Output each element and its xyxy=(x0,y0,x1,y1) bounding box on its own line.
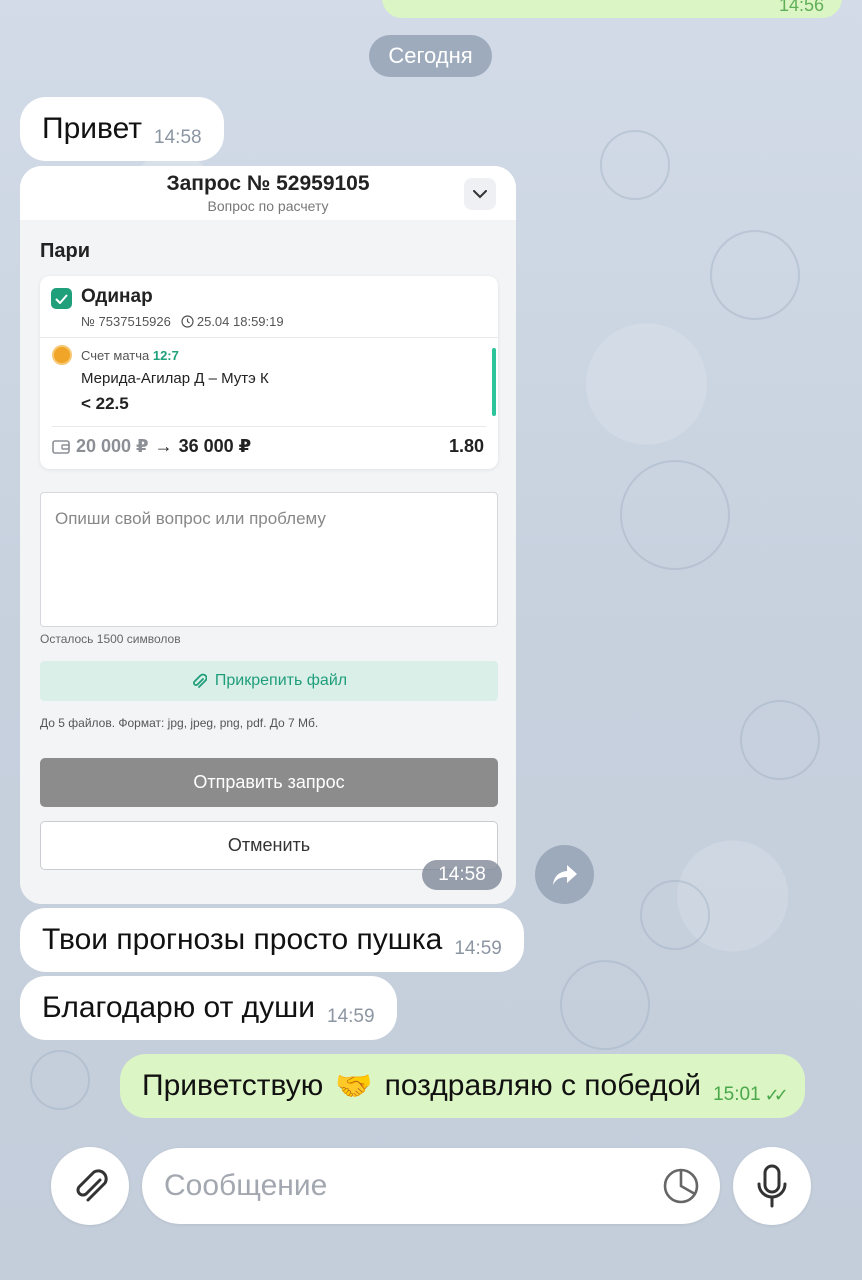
message-text: Привет xyxy=(42,112,143,145)
wallet-icon xyxy=(52,439,70,454)
message-text: Благодарю от души xyxy=(42,991,315,1024)
message-text: Твои прогнозы просто пушка xyxy=(42,923,443,956)
check-icon xyxy=(55,293,68,304)
bet-coefficient: 1.80 xyxy=(448,436,484,456)
sticker-icon xyxy=(663,1168,699,1204)
microphone-icon xyxy=(757,1164,787,1208)
send-request-button[interactable]: Отправить запрос xyxy=(40,758,498,807)
paperclip-icon xyxy=(192,673,207,688)
attach-button[interactable] xyxy=(51,1147,129,1225)
incoming-message[interactable]: Благодарю от души 14:59 xyxy=(20,976,397,1040)
arrow-icon: → xyxy=(154,436,173,456)
message-input[interactable] xyxy=(164,1148,644,1224)
bet-payout: 36 000 ₽ xyxy=(178,436,252,456)
sticker-button[interactable] xyxy=(662,1167,700,1205)
message-field[interactable] xyxy=(142,1148,720,1224)
handshake-emoji: 🤝 xyxy=(335,1069,373,1103)
collapse-button[interactable] xyxy=(464,178,496,210)
message-text: поздравляю с победой xyxy=(384,1069,702,1102)
divider xyxy=(52,426,486,427)
divider xyxy=(40,337,498,338)
request-subtitle: Вопрос по расчету xyxy=(207,198,329,214)
request-title: Запрос № 52959105 xyxy=(166,172,370,195)
message-time: 14:59 xyxy=(454,938,502,959)
section-title: Пари xyxy=(40,240,91,262)
market-label: Счет матча xyxy=(81,348,150,363)
attach-file-label: Прикрепить файл xyxy=(214,672,348,689)
message-time: 14:58 xyxy=(154,127,202,148)
chevron-down-icon xyxy=(473,189,487,198)
bet-outcome: < 22.5 xyxy=(81,394,129,413)
bet-event: Мерида-Агилар Д – Мутэ К xyxy=(81,370,269,387)
outgoing-message[interactable]: Приветствую 🤝 поздравляю с победой 15:01… xyxy=(120,1054,805,1118)
paperclip-icon xyxy=(76,1169,108,1202)
message-time: 14:56 xyxy=(778,0,824,15)
bet-datetime-group: 25.04 18:59:19 xyxy=(181,314,284,329)
bet-card[interactable]: Одинар № 7537515926 25.04 18:59:19 Счет … xyxy=(40,276,498,469)
card-body: Пари Одинар № 7537515926 25.04 18:59:19 … xyxy=(20,220,516,904)
message-time: 14:59 xyxy=(327,1006,375,1027)
read-checks-icon: ✓✓ xyxy=(764,1084,789,1105)
outgoing-message-partial[interactable]: 14:56 xyxy=(382,0,842,18)
forward-button[interactable] xyxy=(535,845,594,904)
remaining-chars: Осталось 1500 символов xyxy=(40,632,181,646)
sport-logo-icon xyxy=(52,345,72,365)
status-indicator-bar xyxy=(492,348,496,416)
bet-meta: № 7537515926 25.04 18:59:19 xyxy=(81,314,284,329)
bet-number: № 7537515926 xyxy=(81,314,171,329)
incoming-message[interactable]: Твои прогнозы просто пушка 14:59 xyxy=(20,908,524,972)
message-time: 15:01 xyxy=(713,1084,761,1105)
bet-stake: 20 000 ₽ xyxy=(76,436,149,456)
question-textarea[interactable] xyxy=(40,492,498,627)
attach-file-button[interactable]: Прикрепить файл xyxy=(40,661,498,701)
bet-amounts: 20 000 ₽ → 36 000 ₽ xyxy=(52,436,251,457)
bet-type: Одинар xyxy=(81,286,153,307)
bet-market: Счет матча 12:7 xyxy=(81,348,179,363)
message-text: Приветствую xyxy=(142,1069,324,1102)
forward-arrow-icon xyxy=(552,864,577,885)
bet-datetime: 25.04 18:59:19 xyxy=(196,314,284,329)
voice-message-button[interactable] xyxy=(733,1147,811,1225)
file-hint: До 5 файлов. Формат: jpg, jpeg, png, pdf… xyxy=(40,716,319,730)
message-time: 14:58 xyxy=(422,860,502,890)
date-separator: Сегодня xyxy=(369,35,492,77)
card-header: Запрос № 52959105 Вопрос по расчету xyxy=(20,166,516,220)
support-request-card: Запрос № 52959105 Вопрос по расчету Пари… xyxy=(20,166,516,904)
market-score: 12:7 xyxy=(152,348,179,363)
incoming-message[interactable]: Привет 14:58 xyxy=(20,97,224,161)
clock-icon xyxy=(181,315,194,328)
checkbox-checked[interactable] xyxy=(51,288,72,309)
